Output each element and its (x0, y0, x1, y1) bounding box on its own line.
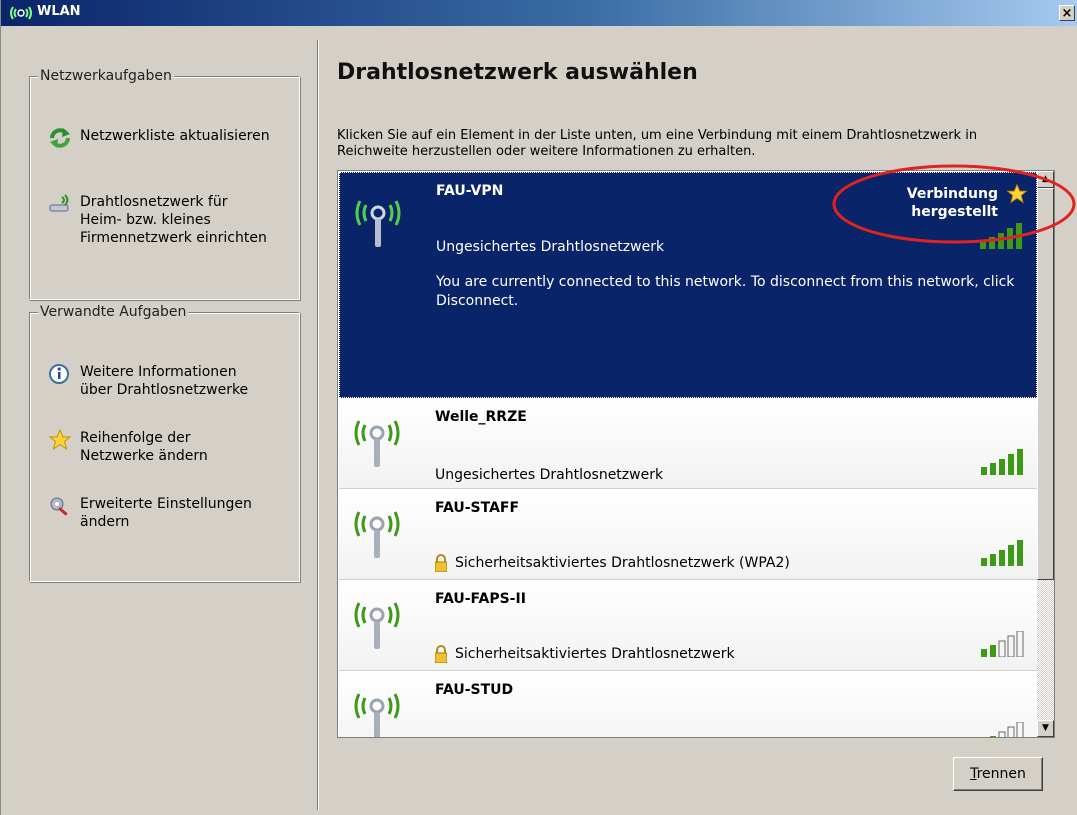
signal-strength-icon (980, 223, 1022, 249)
change-order-link[interactable]: Reihenfolge der Netzwerke ändern (48, 429, 208, 465)
network-tasks-legend: Netzwerkaufgaben (38, 68, 174, 84)
wlan-window: WLAN × Netzwerkaufgaben Netzwerkliste ak… (0, 0, 1077, 815)
wireless-setup-icon (49, 194, 69, 212)
security-type: Ungesichertes Drahtlosnetzwerk (436, 239, 664, 255)
arrow-up-icon: ▲ (1042, 174, 1049, 184)
page-title: Drahtlosnetzwerk auswählen (337, 60, 698, 85)
close-icon: × (1061, 6, 1073, 21)
signal-strength-icon (981, 540, 1023, 566)
more-info-label: Weitere Informationen über Drahtlosnetzw… (80, 364, 249, 398)
antenna-icon (354, 602, 400, 649)
connection-description: You are currently connected to this netw… (436, 274, 1015, 309)
lock-icon (435, 554, 447, 572)
star-icon (48, 429, 72, 451)
task-pane: Netzwerkaufgaben Netzwerkliste aktualisi… (1, 26, 317, 815)
signal-strength-icon (981, 631, 1024, 657)
window-title: WLAN (37, 4, 81, 19)
network-ssid: FAU-STAFF (435, 500, 520, 516)
scroll-down-button[interactable]: ▼ (1037, 720, 1054, 737)
security-type-text: Ungesichertes Drahtlosnetzwerk (435, 467, 664, 483)
network-tasks-group: Netzwerkaufgaben Netzwerkliste aktualisi… (29, 68, 300, 300)
related-tasks-legend: Verwandte Aufgaben (38, 304, 189, 320)
scroll-up-button[interactable]: ▲ (1037, 171, 1054, 188)
info-icon (49, 364, 69, 384)
network-item-fau-faps-ii[interactable]: FAU-FAPS-II Sicherheitsaktiviertes Draht… (339, 581, 1037, 671)
wireless-signal-icon (10, 6, 32, 20)
security-type: Sicherheitsaktiviertes Drahtlosnetzwerk (435, 645, 735, 663)
setup-home-network-label: Drahtlosnetzwerk für Heim- bzw. kleines … (80, 194, 267, 246)
network-ssid: FAU-VPN (436, 183, 504, 199)
network-list-scrollbar[interactable]: ▲ ▼ (1037, 171, 1054, 737)
network-ssid: FAU-FAPS-II (435, 591, 526, 607)
security-type: Sicherheitsaktiviertes Drahtlosnetzwerk … (435, 554, 790, 572)
refresh-network-list-link[interactable]: Netzwerkliste aktualisieren (48, 127, 270, 149)
change-order-label: Reihenfolge der Netzwerke ändern (80, 430, 208, 464)
network-list[interactable]: FAU-VPN Verbindung hergestellt Ungesiche… (337, 170, 1055, 738)
instructions-text: Klicken Sie auf ein Element in der Liste… (337, 128, 978, 159)
connection-status: Verbindung hergestellt (906, 186, 998, 220)
pane-divider (317, 40, 319, 810)
title-bar[interactable]: WLAN × (1, 0, 1077, 26)
network-item-welle-rrze[interactable]: Welle_RRZE Ungesichertes Drahtlosnetzwer… (339, 399, 1037, 489)
network-item-fau-stud[interactable]: FAU-STUD (339, 672, 1037, 737)
security-type-text: Ungesichertes Drahtlosnetzwerk (436, 239, 665, 255)
close-button[interactable]: × (1059, 5, 1075, 21)
refresh-icon (50, 128, 70, 148)
signal-strength-icon (990, 722, 1024, 737)
disconnect-button-label: rennen (976, 766, 1026, 782)
network-ssid: FAU-STUD (435, 682, 514, 698)
settings-icon (50, 497, 68, 516)
lock-icon (435, 645, 447, 663)
disconnect-button[interactable]: Trennen (953, 757, 1043, 791)
security-type-text: Sicherheitsaktiviertes Drahtlosnetzwerk … (455, 555, 790, 571)
signal-strength-icon (981, 449, 1023, 475)
network-ssid: Welle_RRZE (435, 409, 527, 425)
security-type: Ungesichertes Drahtlosnetzwerk (435, 467, 663, 483)
arrow-down-icon: ▼ (1042, 723, 1049, 733)
setup-home-network-link[interactable]: Drahtlosnetzwerk für Heim- bzw. kleines … (48, 193, 267, 247)
antenna-icon (354, 420, 400, 467)
antenna-icon (354, 511, 400, 558)
more-info-link[interactable]: Weitere Informationen über Drahtlosnetzw… (48, 363, 248, 399)
scroll-thumb[interactable] (1037, 188, 1054, 580)
network-item-fau-vpn[interactable]: FAU-VPN Verbindung hergestellt Ungesiche… (339, 172, 1037, 398)
star-icon (1006, 183, 1028, 204)
antenna-icon (355, 200, 401, 247)
security-type-text: Sicherheitsaktiviertes Drahtlosnetzwerk (455, 646, 735, 662)
antenna-icon (354, 693, 400, 737)
refresh-network-list-label: Netzwerkliste aktualisieren (80, 128, 270, 144)
related-tasks-group: Verwandte Aufgaben Weitere Informationen… (29, 304, 300, 582)
advanced-settings-link[interactable]: Erweiterte Einstellungen ändern (48, 495, 252, 531)
network-item-fau-staff[interactable]: FAU-STAFF Sicherheitsaktiviertes Drahtlo… (339, 490, 1037, 580)
advanced-settings-label: Erweiterte Einstellungen ändern (80, 496, 252, 530)
